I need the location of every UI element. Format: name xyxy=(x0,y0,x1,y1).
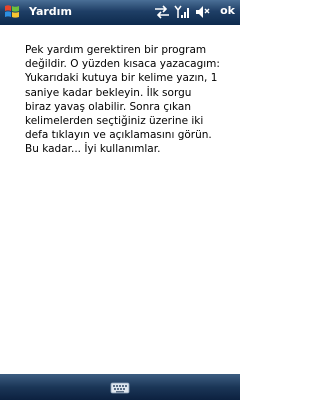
start-icon[interactable] xyxy=(3,3,21,21)
volume-icon[interactable] xyxy=(195,5,210,19)
window-title: Yardım xyxy=(29,5,72,18)
connectivity-icon[interactable] xyxy=(153,5,171,19)
ok-button[interactable]: ok xyxy=(220,4,235,17)
signal-icon[interactable] xyxy=(174,5,190,19)
keyboard-icon[interactable] xyxy=(110,379,130,395)
bottom-bar xyxy=(0,374,240,400)
help-text: Pek yardım gerektiren bir program değild… xyxy=(25,44,220,156)
title-bar: Yardım ok xyxy=(0,0,240,25)
